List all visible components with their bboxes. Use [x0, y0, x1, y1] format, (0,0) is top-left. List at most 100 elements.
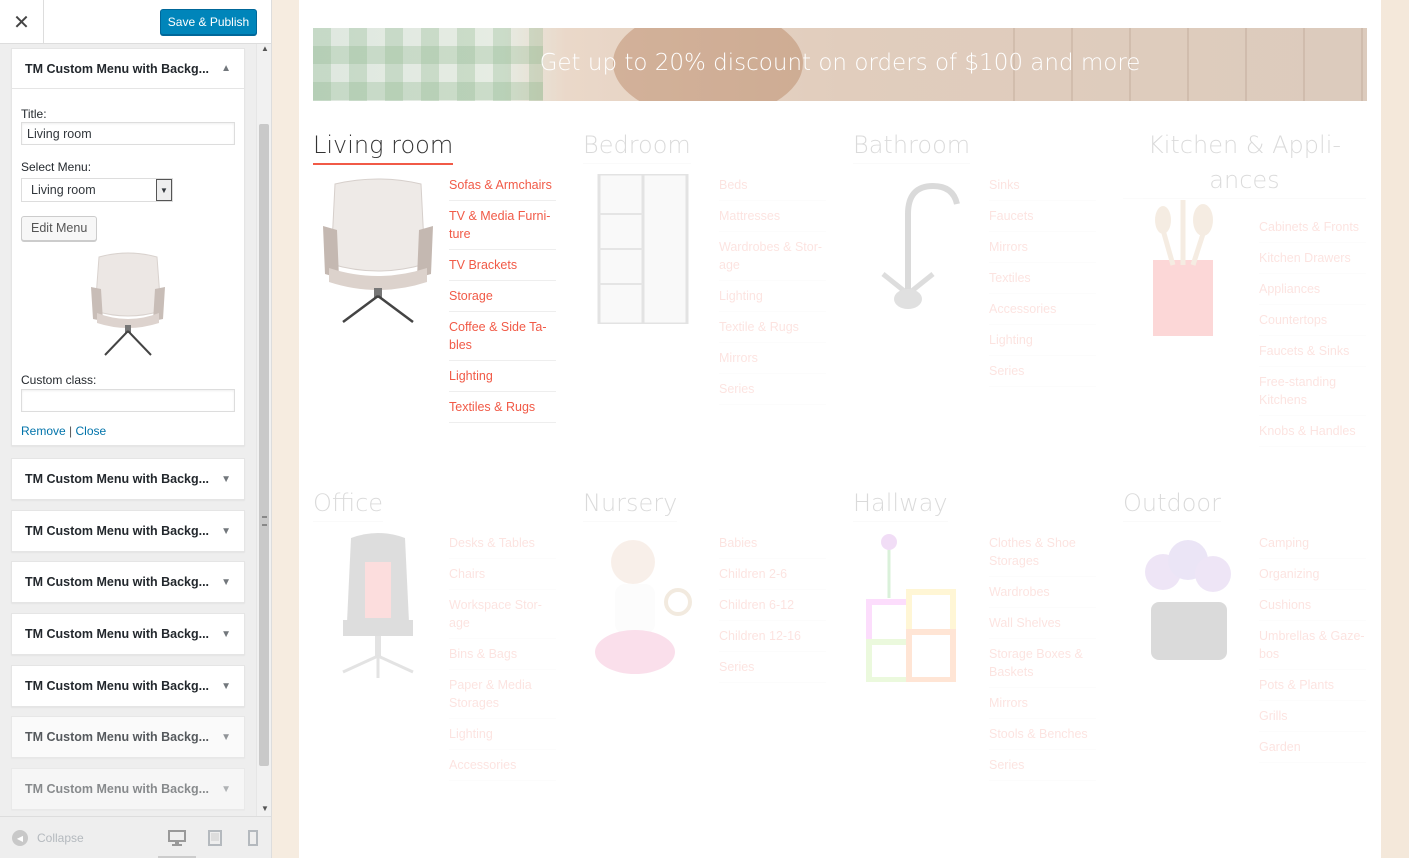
category-link[interactable]: Beds: [719, 176, 826, 201]
category-title[interactable]: Office: [313, 486, 384, 522]
category-link[interactable]: Organizing: [1259, 559, 1366, 590]
close-link[interactable]: Close: [76, 424, 107, 438]
category-link[interactable]: Mattresses: [719, 201, 826, 232]
chevron-down-icon[interactable]: ▼: [221, 474, 231, 485]
tablet-icon[interactable]: [206, 830, 224, 846]
category-link[interactable]: Lighting: [989, 325, 1096, 356]
save-publish-button[interactable]: Save & Publish: [160, 9, 257, 35]
category-title[interactable]: Bedroom: [583, 128, 691, 164]
widget-collapsed[interactable]: TM Custom Menu with Backg... ▼: [11, 510, 245, 552]
category-link[interactable]: Coffee & Side Ta-bles: [449, 312, 556, 361]
category-link[interactable]: Wall Shelves: [989, 608, 1096, 639]
category-link[interactable]: Series: [989, 356, 1096, 387]
category-link[interactable]: Mirrors: [989, 232, 1096, 263]
widget-header[interactable]: TM Custom Menu with Backg... ▼: [12, 614, 244, 654]
category-link[interactable]: Umbrellas & Gaze-bos: [1259, 621, 1366, 670]
category-link[interactable]: Camping: [1259, 534, 1366, 559]
category-link[interactable]: Lighting: [449, 719, 556, 750]
category-link[interactable]: Appliances: [1259, 274, 1366, 305]
desktop-icon[interactable]: [168, 830, 186, 846]
category-link[interactable]: Series: [989, 750, 1096, 781]
category-link[interactable]: Desks & Tables: [449, 534, 556, 559]
widget-collapsed[interactable]: TM Custom Menu with Backg... ▼: [11, 768, 245, 810]
category-link[interactable]: Free-standing Kitchens: [1259, 367, 1366, 416]
sidebar-scrollbar[interactable]: ▲ ▼: [256, 44, 271, 816]
category-link[interactable]: Faucets & Sinks: [1259, 336, 1366, 367]
edit-menu-button[interactable]: Edit Menu: [21, 216, 98, 241]
widget-header[interactable]: TM Custom Menu with Backg... ▼: [12, 769, 244, 809]
widget-collapsed[interactable]: TM Custom Menu with Backg... ▼: [11, 716, 245, 758]
widget-header[interactable]: TM Custom Menu with Backg... ▼: [12, 717, 244, 757]
category-link[interactable]: Cushions: [1259, 590, 1366, 621]
chevron-down-icon[interactable]: ▼: [221, 732, 231, 743]
chevron-down-icon[interactable]: ▼: [156, 179, 172, 201]
category-link[interactable]: Textile & Rugs: [719, 312, 826, 343]
title-input[interactable]: [21, 122, 235, 145]
category-link[interactable]: Mirrors: [719, 343, 826, 374]
collapse-button[interactable]: ◀ Collapse: [12, 830, 84, 846]
menu-select[interactable]: Living room ▼: [21, 178, 173, 202]
category-title[interactable]: Kitchen & Appli-ances: [1123, 128, 1366, 199]
category-link[interactable]: Kitchen Drawers: [1259, 243, 1366, 274]
widget-collapsed[interactable]: TM Custom Menu with Backg... ▼: [11, 613, 245, 655]
widget-collapsed[interactable]: TM Custom Menu with Backg... ▼: [11, 458, 245, 500]
chevron-down-icon[interactable]: ▼: [221, 577, 231, 588]
category-link[interactable]: Series: [719, 374, 826, 405]
category-link[interactable]: Paper & Media Storages: [449, 670, 556, 719]
category-link[interactable]: Lighting: [719, 281, 826, 312]
category-link[interactable]: Chairs: [449, 559, 556, 590]
category-link[interactable]: Children 2-6: [719, 559, 826, 590]
category-link[interactable]: Pots & Plants: [1259, 670, 1366, 701]
category-link[interactable]: Babies: [719, 534, 826, 559]
chevron-down-icon[interactable]: ▼: [221, 681, 231, 692]
scroll-up-icon[interactable]: ▲: [261, 44, 269, 53]
category-link[interactable]: Accessories: [989, 294, 1096, 325]
category-link[interactable]: Workspace Stor-age: [449, 590, 556, 639]
widget-collapsed[interactable]: TM Custom Menu with Backg... ▼: [11, 561, 245, 603]
category-link[interactable]: Wardrobes: [989, 577, 1096, 608]
category-link[interactable]: Lighting: [449, 361, 556, 392]
category-link[interactable]: Cabinets & Fronts: [1259, 218, 1366, 243]
custom-class-input[interactable]: [21, 389, 235, 412]
category-link[interactable]: Children 6-12: [719, 590, 826, 621]
category-link[interactable]: Countertops: [1259, 305, 1366, 336]
widget-header[interactable]: TM Custom Menu with Backg... ▼: [12, 511, 244, 551]
category-link[interactable]: Storage Boxes & Baskets: [989, 639, 1096, 688]
category-link[interactable]: Bins & Bags: [449, 639, 556, 670]
category-link[interactable]: TV & Media Furni-ture: [449, 201, 556, 250]
scroll-down-icon[interactable]: ▼: [261, 804, 269, 813]
category-link[interactable]: Knobs & Handles: [1259, 416, 1366, 447]
category-link[interactable]: Faucets: [989, 201, 1096, 232]
category-link[interactable]: Clothes & Shoe Storages: [989, 534, 1096, 577]
mobile-icon[interactable]: [244, 830, 262, 846]
remove-link[interactable]: Remove: [21, 424, 66, 438]
category-title[interactable]: Bathroom: [853, 128, 971, 164]
chevron-up-icon[interactable]: ▲: [221, 63, 231, 74]
category-link[interactable]: Sofas & Armchairs: [449, 176, 556, 201]
category-link[interactable]: Series: [719, 652, 826, 683]
widget-header[interactable]: TM Custom Menu with Backg... ▲: [12, 49, 244, 89]
category-link[interactable]: Sinks: [989, 176, 1096, 201]
close-icon[interactable]: ✕: [0, 0, 44, 44]
category-link[interactable]: Mirrors: [989, 688, 1096, 719]
category-link[interactable]: Garden: [1259, 732, 1366, 763]
category-link[interactable]: Wardrobes & Stor-age: [719, 232, 826, 281]
widget-header[interactable]: TM Custom Menu with Backg... ▼: [12, 666, 244, 706]
category-link[interactable]: Children 12-16: [719, 621, 826, 652]
category-title[interactable]: Outdoor: [1123, 486, 1221, 522]
category-link[interactable]: Stools & Benches: [989, 719, 1096, 750]
category-link[interactable]: Grills: [1259, 701, 1366, 732]
chevron-down-icon[interactable]: ▼: [221, 784, 231, 795]
category-link[interactable]: Textiles: [989, 263, 1096, 294]
category-title[interactable]: Living room: [313, 128, 454, 165]
widget-header[interactable]: TM Custom Menu with Backg... ▼: [12, 562, 244, 602]
category-link[interactable]: TV Brackets: [449, 250, 556, 281]
category-link[interactable]: Textiles & Rugs: [449, 392, 556, 423]
category-title[interactable]: Nursery: [583, 486, 678, 522]
promo-banner[interactable]: Get up to 20% discount on orders of $100…: [313, 28, 1367, 101]
chevron-down-icon[interactable]: ▼: [221, 526, 231, 537]
category-link[interactable]: Accessories: [449, 750, 556, 781]
scrollbar-thumb[interactable]: [259, 124, 269, 766]
widget-header[interactable]: TM Custom Menu with Backg... ▼: [12, 459, 244, 499]
category-title[interactable]: Hallway: [853, 486, 948, 522]
